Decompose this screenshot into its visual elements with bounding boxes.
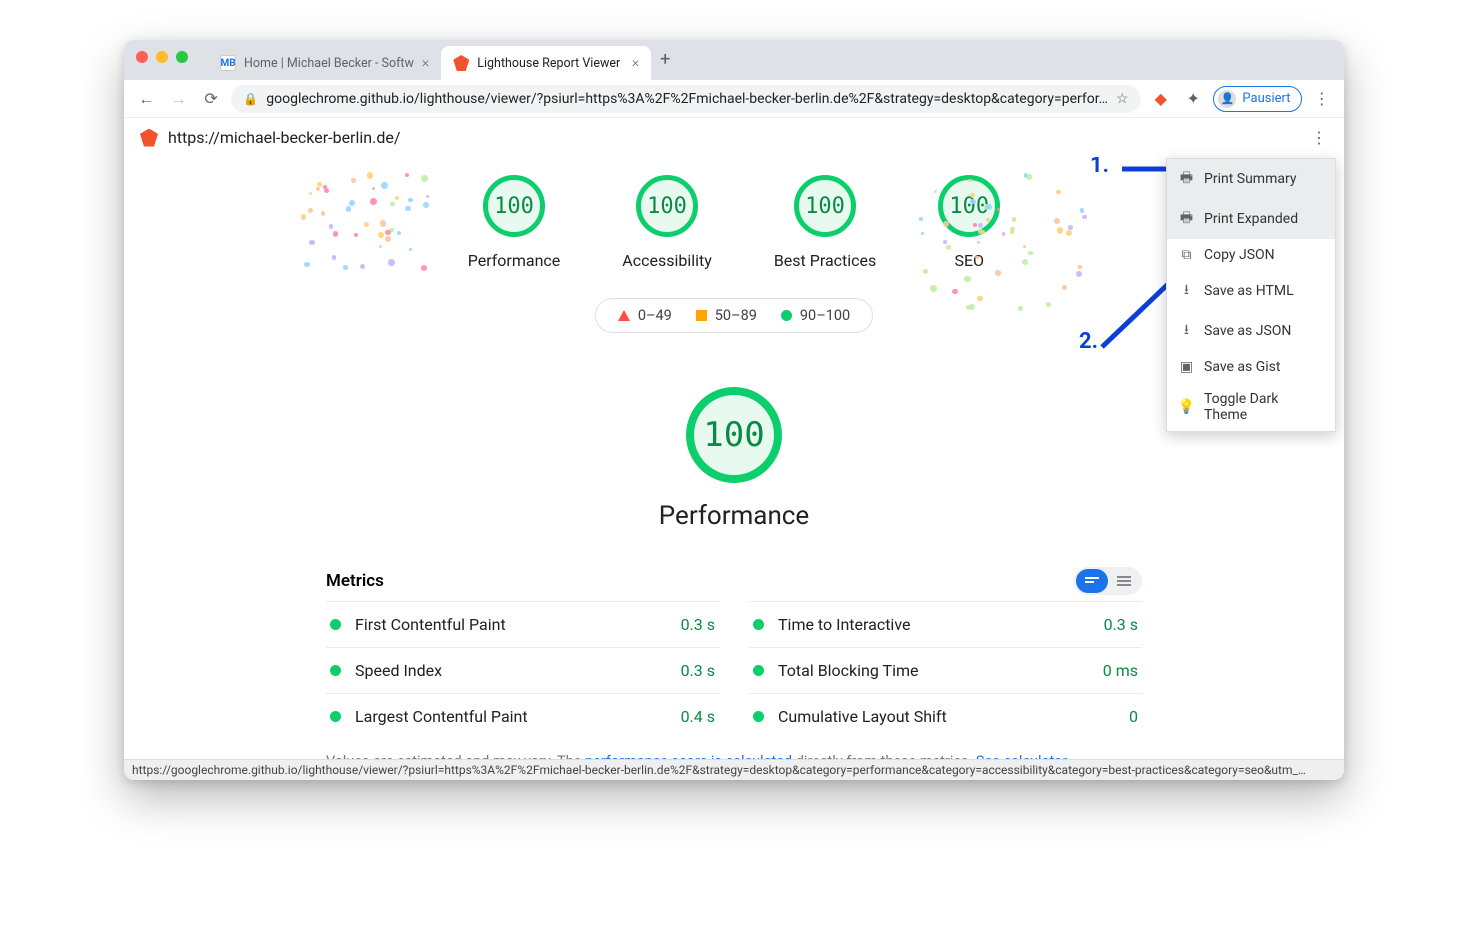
- menu-save-html[interactable]: ⭳Save as HTML: [1167, 271, 1335, 311]
- menu-print-summary[interactable]: 🖶Print Summary: [1167, 159, 1335, 199]
- gist-icon: ▣: [1179, 359, 1194, 375]
- forward-button[interactable]: →: [166, 89, 190, 109]
- metrics-view-toggle[interactable]: [1074, 567, 1142, 595]
- metrics-heading: Metrics: [326, 571, 384, 591]
- titlebar: MB Home | Michael Becker - Softw × Light…: [124, 40, 1344, 80]
- pass-dot-icon: [330, 665, 341, 676]
- back-button[interactable]: ←: [134, 89, 158, 109]
- metric-value: 0.3 s: [1104, 615, 1138, 634]
- browser-window: MB Home | Michael Becker - Softw × Light…: [124, 40, 1344, 780]
- circle-icon: [781, 310, 792, 321]
- tab-title: Home | Michael Becker - Softw: [244, 56, 414, 71]
- metric-value: 0: [1129, 707, 1138, 726]
- print-icon: 🖶: [1179, 167, 1194, 191]
- metric-name: Speed Index: [355, 661, 667, 680]
- metric-name: Total Blocking Time: [778, 661, 1089, 680]
- minimize-window-icon[interactable]: [156, 51, 168, 63]
- menu-save-gist[interactable]: ▣Save as Gist: [1167, 351, 1335, 383]
- metric-row: Total Blocking Time 0 ms: [749, 647, 1142, 693]
- report-menu-dropdown: 🖶Print Summary 🖶Print Expanded ⧉Copy JSO…: [1166, 158, 1336, 432]
- pass-dot-icon: [330, 619, 341, 630]
- tab-strip: MB Home | Michael Becker - Softw × Light…: [208, 40, 1344, 80]
- reload-button[interactable]: ⟳: [199, 89, 223, 108]
- gauge-seo[interactable]: 100SEO: [938, 175, 1000, 270]
- metric-row: Cumulative Layout Shift 0: [749, 693, 1142, 739]
- report-content: 100Performance 100Accessibility 100Best …: [124, 157, 1344, 780]
- tab-title: Lighthouse Report Viewer: [477, 56, 624, 71]
- download-icon: ⭳: [1179, 319, 1194, 343]
- copy-icon: ⧉: [1179, 247, 1194, 263]
- pass-dot-icon: [753, 711, 764, 722]
- close-icon[interactable]: ×: [632, 55, 639, 71]
- avatar-icon: 👤: [1218, 90, 1236, 108]
- tab-home[interactable]: MB Home | Michael Becker - Softw ×: [208, 46, 441, 80]
- extension-lighthouse-icon[interactable]: ◆: [1149, 89, 1173, 108]
- metric-value: 0.3 s: [681, 661, 715, 680]
- tab-lighthouse[interactable]: Lighthouse Report Viewer ×: [441, 46, 651, 80]
- report-menu-button[interactable]: ⋮: [1311, 128, 1328, 147]
- menu-save-json[interactable]: ⭳Save as JSON: [1167, 311, 1335, 351]
- main-gauge: 100 Performance: [124, 387, 1344, 531]
- download-icon: ⭳: [1179, 279, 1194, 303]
- close-window-icon[interactable]: [136, 51, 148, 63]
- maximize-window-icon[interactable]: [176, 51, 188, 63]
- toggle-expanded-icon: [1076, 569, 1108, 593]
- metric-name: First Contentful Paint: [355, 615, 667, 634]
- toggle-collapsed-icon: [1108, 569, 1140, 593]
- gauge-best-practices[interactable]: 100Best Practices: [774, 175, 876, 270]
- metric-value: 0 ms: [1103, 661, 1138, 680]
- metrics-section: Metrics First Contentful Paint0.3 sTime …: [318, 567, 1150, 739]
- annotation-1: 1.: [1090, 157, 1109, 178]
- lighthouse-logo-icon: [140, 129, 158, 147]
- gauge-performance[interactable]: 100Performance: [468, 175, 561, 270]
- bookmark-star-icon[interactable]: ☆: [1116, 91, 1129, 107]
- pass-dot-icon: [753, 619, 764, 630]
- metric-name: Time to Interactive: [778, 615, 1090, 634]
- lock-icon: 🔒: [243, 92, 258, 106]
- metric-row: Largest Contentful Paint 0.4 s: [326, 693, 719, 739]
- bulb-icon: 💡: [1179, 399, 1194, 415]
- close-icon[interactable]: ×: [422, 55, 429, 71]
- metric-name: Cumulative Layout Shift: [778, 707, 1115, 726]
- print-icon: 🖶: [1179, 207, 1194, 231]
- pass-dot-icon: [753, 665, 764, 676]
- pass-dot-icon: [330, 711, 341, 722]
- audited-url: https://michael-becker-berlin.de/: [168, 128, 400, 147]
- lighthouse-header: https://michael-becker-berlin.de/ ⋮ 🖶Pri…: [124, 118, 1344, 157]
- new-tab-button[interactable]: +: [651, 45, 679, 73]
- traffic-lights: [136, 51, 188, 63]
- metric-row: Time to Interactive 0.3 s: [749, 601, 1142, 647]
- url-text: googlechrome.github.io/lighthouse/viewer…: [266, 91, 1108, 107]
- menu-print-expanded[interactable]: 🖶Print Expanded: [1167, 199, 1335, 239]
- status-bar: https://googlechrome.github.io/lighthous…: [124, 759, 1344, 780]
- favicon-mb-icon: MB: [220, 55, 236, 71]
- favicon-lighthouse-icon: [453, 55, 469, 71]
- metric-row: Speed Index 0.3 s: [326, 647, 719, 693]
- square-icon: [696, 310, 707, 321]
- metric-value: 0.4 s: [681, 707, 715, 726]
- metric-row: First Contentful Paint 0.3 s: [326, 601, 719, 647]
- metric-name: Largest Contentful Paint: [355, 707, 667, 726]
- extensions-icon[interactable]: ✦: [1181, 89, 1205, 108]
- profile-badge[interactable]: 👤 Pausiert: [1213, 86, 1301, 112]
- triangle-icon: [618, 310, 630, 321]
- gauge-accessibility[interactable]: 100Accessibility: [622, 175, 712, 270]
- menu-toggle-dark[interactable]: 💡Toggle Dark Theme: [1167, 383, 1335, 431]
- chrome-menu-icon[interactable]: ⋮: [1310, 89, 1334, 108]
- profile-label: Pausiert: [1242, 91, 1290, 106]
- metric-value: 0.3 s: [681, 615, 715, 634]
- toolbar: ← → ⟳ 🔒 googlechrome.github.io/lighthous…: [124, 80, 1344, 118]
- address-bar[interactable]: 🔒 googlechrome.github.io/lighthouse/view…: [231, 85, 1140, 113]
- menu-copy-json[interactable]: ⧉Copy JSON: [1167, 239, 1335, 271]
